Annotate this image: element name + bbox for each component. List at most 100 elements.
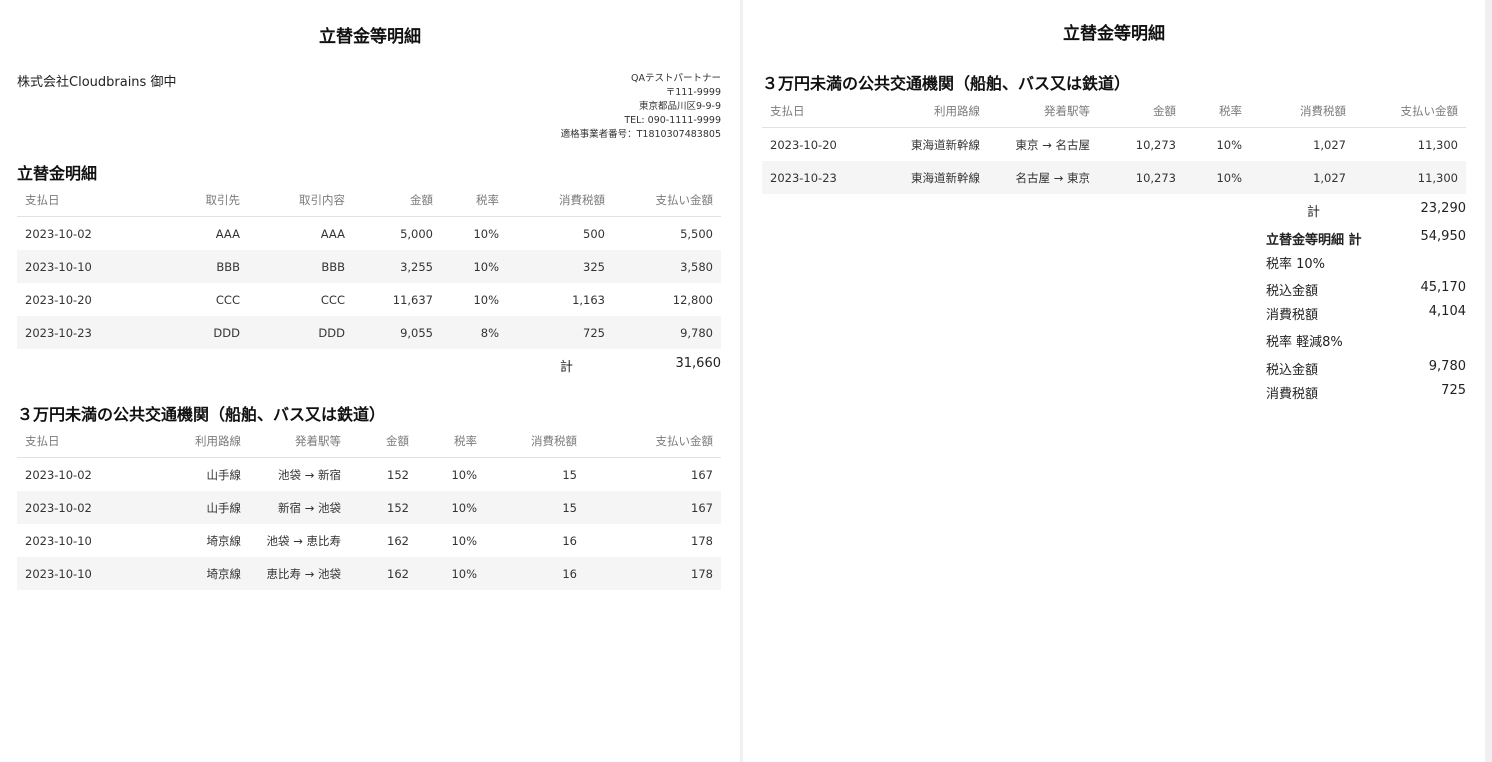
cell-tax-amount: 16 (485, 557, 585, 590)
col-header-tax-amount: 消費税額 (1250, 95, 1354, 128)
grand-total-value: 54,950 (1420, 229, 1467, 244)
col-header-tax-amount: 消費税額 (485, 425, 585, 458)
cell-payment: 178 (585, 557, 721, 590)
rate8-tax-label: 消費税額 (1266, 387, 1319, 402)
issuer-registration-number: 適格事業者番号：T1810307483805 (560, 129, 721, 140)
col-header-tax-amount: 消費税額 (507, 184, 613, 217)
cell-payment: 11,300 (1354, 161, 1466, 194)
table-row: 2023-10-02 山手線 新宿 → 池袋 152 10% 15 167 (17, 491, 721, 524)
cell-payment: 3,580 (613, 250, 721, 283)
transport-table-page1: 支払日 利用路線 発着駅等 金額 税率 消費税額 支払い金額 2023-10-0… (17, 425, 721, 590)
col-header-route: 利用路線 (137, 425, 249, 458)
col-header-tax-rate: 税率 (417, 425, 485, 458)
cell-tax-rate: 10% (473, 226, 499, 241)
advance-table: 支払日 取引先 取引内容 金額 税率 消費税額 支払い金額 2023-10-02… (17, 184, 721, 349)
transport-total-value: 23,290 (1420, 201, 1467, 216)
cell-amount: 10,273 (1098, 161, 1184, 194)
cell-amount: 9,055 (353, 316, 441, 349)
cell-route: 東海道新幹線 (911, 137, 980, 152)
rate10-incl-value: 45,170 (1420, 280, 1467, 295)
cell-date: 2023-10-10 (25, 533, 92, 548)
col-header-vendor: 取引先 (137, 184, 248, 217)
document-page-1: 立替金等明細 株式会社Cloudbrains 御中 QAテストパートナー 〒11… (0, 0, 740, 762)
cell-tax-rate: 10% (417, 557, 485, 590)
col-header-date: 支払日 (17, 184, 137, 217)
rate10-tax-value: 4,104 (1428, 304, 1466, 319)
cell-tax-amount: 1,027 (1313, 137, 1346, 152)
rate10-incl-label: 税込金額 (1266, 284, 1319, 299)
cell-tax-amount: 325 (507, 250, 613, 283)
cell-amount: 11,637 (392, 292, 433, 307)
cell-tax-amount: 15 (562, 467, 577, 482)
cell-amount: 5,000 (400, 226, 433, 241)
cell-payment: 5,500 (680, 226, 713, 241)
recipient-name: 株式会社Cloudbrains 御中 (17, 75, 177, 90)
cell-vendor: BBB (137, 250, 248, 283)
rate8-incl-label: 税込金額 (1266, 363, 1319, 378)
cell-date: 2023-10-20 (25, 292, 92, 307)
cell-payment: 178 (691, 533, 713, 548)
issuer-address: 東京都品川区9-9-9 (639, 101, 721, 112)
col-header-tax-rate: 税率 (441, 184, 507, 217)
cell-vendor: AAA (215, 226, 240, 241)
col-header-payment: 支払い金額 (1354, 95, 1466, 128)
cell-date: 2023-10-10 (17, 557, 137, 590)
page-edge (1485, 0, 1492, 762)
table-header-row: 支払日 利用路線 発着駅等 金額 税率 消費税額 支払い金額 (17, 425, 721, 458)
cell-tax-amount: 1,027 (1250, 161, 1354, 194)
cell-date: 2023-10-23 (762, 161, 862, 194)
cell-tax-rate: 10% (1216, 137, 1242, 152)
rate8-incl-value: 9,780 (1428, 359, 1466, 374)
cell-date: 2023-10-23 (17, 316, 137, 349)
col-header-description: 取引内容 (248, 184, 353, 217)
cell-date: 2023-10-02 (25, 226, 92, 241)
col-header-payment: 支払い金額 (613, 184, 721, 217)
cell-amount: 10,273 (1135, 137, 1176, 152)
col-header-payment: 支払い金額 (585, 425, 721, 458)
cell-stations: 恵比寿 → 池袋 (249, 557, 349, 590)
transport-section-title: ３万円未満の公共交通機関（船舶、バス又は鉄道） (17, 405, 386, 424)
cell-tax-rate: 10% (473, 292, 499, 307)
cell-amount: 162 (387, 533, 409, 548)
tax-rate-10-label: 税率 10% (1266, 257, 1326, 272)
issuer-block: QAテストパートナー 〒111-9999 東京都品川区9-9-9 TEL: 09… (561, 72, 721, 142)
issuer-name: QAテストパートナー (631, 73, 721, 84)
table-row: 2023-10-23 DDD DDD 9,055 8% 725 9,780 (17, 316, 721, 349)
cell-tax-amount: 1,163 (572, 292, 605, 307)
cell-tax-rate: 10% (1184, 161, 1250, 194)
cell-amount: 152 (387, 467, 409, 482)
cell-amount: 152 (349, 491, 417, 524)
document-title: 立替金等明細 (319, 27, 421, 47)
cell-payment: 9,780 (613, 316, 721, 349)
cell-stations: 池袋 → 恵比寿 (266, 533, 341, 548)
cell-tax-amount: 15 (485, 491, 585, 524)
cell-date: 2023-10-10 (17, 250, 137, 283)
cell-vendor: CCC (215, 292, 240, 307)
cell-payment: 167 (691, 467, 713, 482)
tax-rate-8-label: 税率 軽減8% (1266, 335, 1343, 350)
cell-description: DDD (248, 316, 353, 349)
col-header-date: 支払日 (17, 425, 137, 458)
cell-route: 埼京線 (137, 557, 249, 590)
rate8-tax-value: 725 (1441, 383, 1466, 398)
cell-date: 2023-10-02 (17, 491, 137, 524)
cell-description: BBB (248, 250, 353, 283)
col-header-amount: 金額 (1098, 95, 1184, 128)
col-header-stations: 発着駅等 (249, 425, 349, 458)
cell-date: 2023-10-20 (770, 137, 837, 152)
table-row: 2023-10-02 山手線 池袋 → 新宿 152 10% 15 167 (17, 458, 721, 492)
table-row: 2023-10-10 埼京線 池袋 → 恵比寿 162 10% 16 178 (17, 524, 721, 557)
cell-stations: 新宿 → 池袋 (249, 491, 349, 524)
rate10-tax-label: 消費税額 (1266, 308, 1319, 323)
cell-payment: 11,300 (1417, 137, 1458, 152)
col-header-route: 利用路線 (862, 95, 988, 128)
cell-payment: 12,800 (672, 292, 713, 307)
document-title: 立替金等明細 (1063, 24, 1165, 44)
cell-tax-rate: 10% (441, 250, 507, 283)
table-header-row: 支払日 取引先 取引内容 金額 税率 消費税額 支払い金額 (17, 184, 721, 217)
advance-section-title: 立替金明細 (17, 164, 98, 183)
advance-total-value: 31,660 (675, 356, 722, 371)
document-page-2: 立替金等明細 ３万円未満の公共交通機関（船舶、バス又は鉄道） 支払日 利用路線 … (743, 0, 1485, 762)
cell-tax-amount: 500 (583, 226, 605, 241)
cell-route: 埼京線 (206, 533, 242, 548)
